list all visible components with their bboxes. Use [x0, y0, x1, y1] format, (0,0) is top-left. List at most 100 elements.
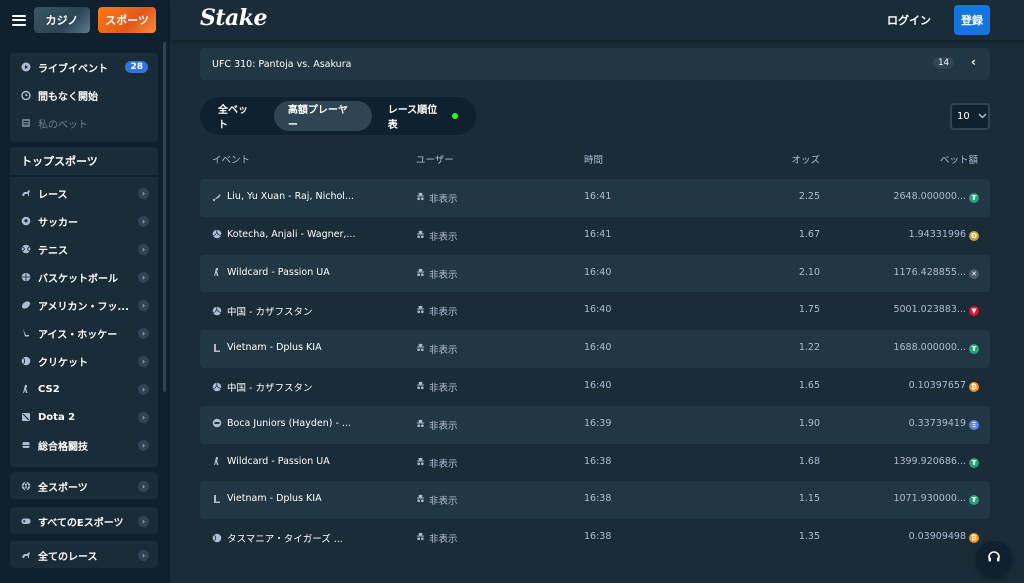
time-cell: 16:40 [584, 304, 612, 316]
usdt-coin-icon: ₮ [969, 344, 979, 355]
header-user: ユーザー [416, 155, 454, 166]
chevron-right-icon: › [138, 550, 149, 561]
event-cell[interactable]: 中国 - カザフスタン [212, 304, 312, 318]
tab-high-rollers[interactable]: 高額プレーヤー [273, 101, 372, 131]
sidebar-item-sport[interactable]: テニス › [10, 235, 158, 263]
event-name: Liu, Yu Xuan - Raj, Nichol... [227, 191, 354, 202]
sidebar-item-upcoming[interactable]: 間もなく開始 [10, 81, 158, 109]
event-cell[interactable]: Vietnam - Dplus KIA [212, 342, 322, 353]
bet-amount-cell: 0.10397657 [908, 379, 966, 391]
time-cell: 16:40 [584, 342, 612, 354]
header-time: 時間 [584, 155, 604, 166]
login-button[interactable]: ログイン [887, 12, 931, 28]
tab-race-leaderboard[interactable]: レース順位表 [374, 101, 472, 131]
hidden-user-icon [416, 532, 425, 544]
live-count-badge: 28 [125, 61, 148, 73]
time-cell: 16:40 [584, 379, 612, 391]
sidebar: カジノ スポーツ ライブイベント 28 間もなく開始 私のベット トップスポーツ… [0, 0, 170, 583]
sidebar-item-all-esports[interactable]: すべてのEスポーツ › [10, 507, 158, 535]
volleyball-icon [212, 382, 222, 392]
sidebar-item-sport[interactable]: アイス・ホッケー › [10, 319, 158, 347]
sports-tab[interactable]: スポーツ [98, 7, 156, 33]
sidebar-item-label: アイス・ホッケー [38, 329, 118, 341]
tab-all-bets[interactable]: 全ベット [204, 101, 272, 131]
event-name: Kotecha, Anjali - Wagner,... [227, 228, 356, 240]
sidebar-item-sport[interactable]: 総合格闘技 › [10, 431, 158, 459]
sidebar-item-label: テニス [38, 245, 68, 257]
basketball-icon [21, 272, 31, 282]
table-row[interactable]: Wildcard - Passion UA 非表示 16:38 1.68 1399.92… [200, 444, 990, 482]
event-cell[interactable]: Kotecha, Anjali - Wagner,... [212, 229, 355, 240]
stake-logo[interactable]: Stake [200, 5, 268, 31]
cricket-icon [21, 356, 31, 366]
sidebar-item-all-sports[interactable]: 全スポーツ › [10, 472, 158, 500]
sidebar-scrollbar[interactable] [163, 42, 166, 392]
sidebar-item-all-races[interactable]: 全てのレース › [10, 541, 158, 569]
table-row[interactable]: Vietnam - Dplus KIA 非表示 16:40 1.22 1688.0000… [200, 330, 990, 368]
hidden-user-icon [416, 268, 425, 280]
sidebar-item-label: レース [38, 189, 68, 201]
casino-tab[interactable]: カジノ [34, 7, 90, 33]
event-cell[interactable]: タスマニア・タイガーズ ... [212, 531, 343, 545]
menu-icon[interactable] [12, 14, 26, 26]
hidden-user-icon [416, 494, 425, 506]
event-name: Wildcard - Passion UA [227, 455, 330, 467]
table-row[interactable]: Boca Juniors (Hayden) - ... 非表示 16:39 1.90 0… [200, 405, 990, 444]
sidebar-item-live[interactable]: ライブイベント 28 [10, 53, 158, 81]
cs2-icon [212, 456, 222, 466]
event-cell[interactable]: 中国 - カザフスタン [212, 380, 312, 394]
table-row[interactable]: タスマニア・タイガーズ ... 非表示 16:38 1.35 0.03909498 ₿ [200, 519, 990, 557]
table-row[interactable]: Wildcard - Passion UA 非表示 16:40 2.10 1176.42… [200, 254, 990, 293]
event-cell[interactable]: Wildcard - Passion UA [212, 267, 330, 278]
sidebar-item-sport[interactable]: レース › [10, 179, 158, 207]
sidebar-item-sport[interactable]: アメリカン・フッ... › [10, 291, 158, 319]
event-cell[interactable]: Boca Juniors (Hayden) - ... [212, 418, 351, 429]
table-row[interactable]: 中国 - カザフスタン 非表示 16:40 1.65 0.10397657 ₿ [200, 368, 990, 406]
sidebar-all-sports-panel: 全スポーツ › [10, 472, 158, 499]
event-cell[interactable]: Vietnam - Dplus KIA [212, 493, 322, 504]
doge-coin-icon: Ð [969, 230, 979, 241]
sidebar-item-label: 全てのレース [38, 551, 98, 563]
table-row[interactable]: Kotecha, Anjali - Wagner,... 非表示 16:41 1.67… [200, 217, 990, 255]
sidebar-item-sport[interactable]: バスケットボール › [10, 263, 158, 291]
sidebar-item-sport[interactable]: Dota 2 › [10, 403, 158, 431]
lol-icon [212, 343, 222, 353]
table-row[interactable]: Liu, Yu Xuan - Raj, Nichol... 非表示 16:41 2.2… [200, 179, 990, 217]
user-cell: 非表示 [416, 456, 458, 470]
odds-cell: 1.65 [798, 379, 820, 391]
user-cell: 非表示 [416, 531, 458, 545]
event-cell[interactable]: Wildcard - Passion UA [212, 456, 330, 467]
chevron-down-icon [978, 111, 987, 122]
bet-amount-cell: 0.33739419 [908, 417, 966, 429]
globe-icon [21, 481, 31, 491]
event-cell[interactable]: Liu, Yu Xuan - Raj, Nichol... [212, 191, 354, 202]
table-row[interactable]: 中国 - カザフスタン 非表示 16:40 1.75 5001.023883... ▼ [200, 292, 990, 330]
sidebar-item-sport[interactable]: CS2 › [10, 375, 158, 403]
user-cell: 非表示 [416, 418, 458, 432]
eth-coin-icon: Ξ [969, 419, 979, 430]
hidden-user-icon [416, 419, 425, 431]
odds-cell: 1.90 [798, 417, 820, 429]
bets-table-body: Liu, Yu Xuan - Raj, Nichol... 非表示 16:41 2.2… [200, 179, 990, 557]
bet-amount-cell: 1688.000000... [893, 342, 966, 354]
bet-amount-cell: 1071.930000... [893, 493, 966, 505]
sidebar-item-sport[interactable]: クリケット › [10, 347, 158, 375]
register-button[interactable]: 登録 [954, 5, 990, 35]
chevron-right-icon: › [138, 384, 149, 395]
volleyball-icon [212, 306, 222, 316]
chevron-left-icon[interactable]: ‹ [971, 55, 976, 69]
event-bar[interactable]: UFC 310: Pantoja vs. Asakura 14 ‹ [200, 48, 990, 80]
sidebar-item-label: 間もなく開始 [38, 91, 98, 103]
support-chat-button[interactable] [976, 541, 1012, 577]
chevron-right-icon: › [138, 216, 149, 227]
odds-cell: 1.67 [798, 228, 820, 240]
tab-label: 高額プレーヤー [287, 105, 348, 131]
chevron-right-icon: › [138, 356, 149, 367]
tab-label: レース順位表 [387, 105, 438, 131]
sidebar-item-sport[interactable]: サッカー › [10, 207, 158, 235]
rows-per-page-select[interactable]: 10 [950, 103, 990, 130]
table-row[interactable]: Vietnam - Dplus KIA 非表示 16:38 1.15 1071.9300… [200, 481, 990, 520]
sidebar-item-my-bets[interactable]: 私のベット [10, 109, 158, 137]
sidebar-item-label: バスケットボール [38, 273, 118, 285]
gamepad-icon [21, 516, 31, 526]
